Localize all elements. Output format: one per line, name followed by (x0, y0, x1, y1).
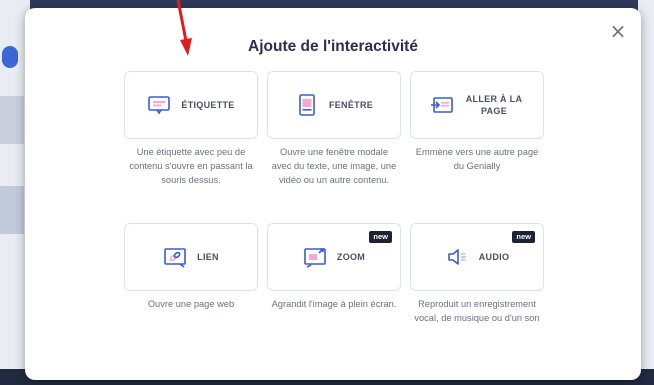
option-label: FENÊTRE (328, 100, 374, 110)
option-card-etiquette[interactable]: ÉTIQUETTE (124, 71, 258, 139)
option-description: Reproduit un enregistrement vocal, de mu… (414, 299, 540, 323)
option-audio: new AUDIO Reproduit un enregistrement vo… (410, 223, 544, 325)
background-strip (0, 96, 24, 144)
option-label: ALLER À LA PAGE (465, 94, 523, 116)
option-label: ÉTIQUETTE (181, 100, 235, 110)
background-strip (0, 186, 24, 234)
modal-title: Ajoute de l'interactivité (248, 38, 418, 55)
tooltip-icon (147, 93, 171, 117)
option-card-fenetre[interactable]: FENÊTRE (267, 71, 401, 139)
window-icon (295, 93, 319, 117)
option-card-audio[interactable]: new AUDIO (410, 223, 544, 291)
audio-icon (445, 245, 469, 269)
option-card-zoom[interactable]: new ZOOM (267, 223, 401, 291)
zoom-icon (303, 245, 327, 269)
new-badge: new (369, 231, 392, 243)
option-description: Ouvre une page web (147, 299, 235, 309)
option-lien: LIEN Ouvre une page web (124, 223, 258, 311)
option-label: LIEN (197, 252, 219, 262)
new-badge: new (512, 231, 535, 243)
option-aller-a-la-page: ALLER À LA PAGE Emmène vers une autre pa… (410, 71, 544, 173)
option-label: AUDIO (478, 252, 510, 262)
option-etiquette: ÉTIQUETTE Une étiquette avec peu de cont… (124, 71, 258, 187)
option-zoom: new ZOOM Agrandit l'image à plein écran. (267, 223, 401, 311)
interactivity-modal: × Ajoute de l'interactivité ÉTIQUETTE Un… (25, 8, 641, 380)
option-description: Agrandit l'image à plein écran. (271, 299, 397, 309)
option-card-lien[interactable]: LIEN (124, 223, 258, 291)
option-fenetre: FENÊTRE Ouvre une fenêtre modale avec du… (267, 71, 401, 187)
background-blob (2, 46, 18, 68)
option-description: Une étiquette avec peu de contenu s'ouvr… (129, 147, 253, 185)
option-description: Emmène vers une autre page du Genially (415, 147, 539, 171)
annotation-arrow (176, 0, 192, 56)
option-description: Ouvre une fenêtre modale avec du texte, … (271, 147, 397, 185)
link-icon (163, 245, 187, 269)
option-label: ZOOM (336, 252, 366, 262)
go-to-page-icon (430, 93, 454, 117)
option-card-aller-a-la-page[interactable]: ALLER À LA PAGE (410, 71, 544, 139)
